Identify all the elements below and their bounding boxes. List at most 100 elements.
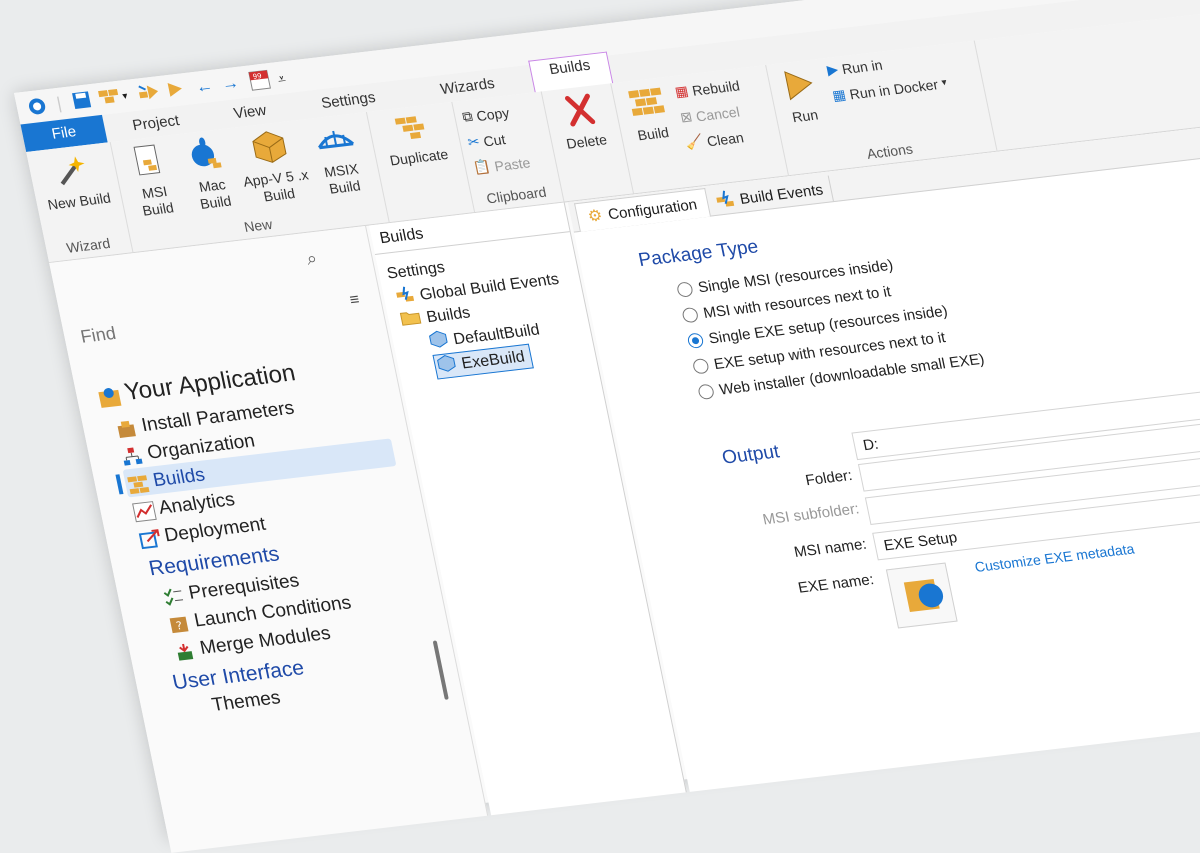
prerequisites-icon [161, 586, 187, 610]
run-in-docker-button[interactable]: ▦ Run in Docker ▾ [831, 74, 949, 104]
cut-label: Cut [481, 130, 507, 149]
back-arrow-icon[interactable]: ← [194, 76, 215, 98]
paste-label: Paste [492, 153, 532, 174]
msi-subfolder-label: MSI subfolder: [761, 500, 861, 529]
apple-icon [174, 134, 237, 178]
exe-app-icon [903, 579, 944, 613]
radio-exe-resources-next[interactable] [691, 357, 710, 375]
build-events-icon [714, 189, 736, 213]
build-events-tab-label: Build Events [738, 180, 825, 208]
application-icon [95, 384, 122, 408]
bridge-icon [302, 119, 369, 163]
copy-label: Copy [474, 104, 511, 124]
appv-build-label: App-V 5 .x Build [241, 166, 310, 205]
clean-label: Clean [705, 128, 745, 149]
msix-build-label: MSIX Build [322, 160, 362, 197]
paste-button[interactable]: 📋 Paste [471, 153, 531, 176]
msi-name-label: MSI name: [792, 535, 869, 561]
forward-arrow-icon[interactable]: → [220, 73, 241, 95]
exe-build-cube-icon [436, 354, 459, 379]
application-window: | ▾ ← → 99 ⩡ Project View Settings Wizar… [14, 0, 1200, 853]
run-arrow-icon[interactable] [164, 79, 187, 104]
run-in-button[interactable]: ▶ Run in [826, 56, 884, 79]
delete-label: Delete [564, 131, 609, 152]
app-logo-icon [25, 95, 50, 122]
broom-icon: 🧹 [683, 133, 705, 151]
build-run-icon[interactable] [136, 82, 163, 107]
appv-cube-icon [232, 126, 307, 171]
new-build-label: New Build [46, 189, 113, 213]
organization-icon [120, 445, 146, 469]
paste-icon: 📋 [471, 158, 493, 176]
exe-build-label: ExeBuild [459, 347, 527, 372]
gear-icon: ⚙ [586, 207, 605, 226]
build-button[interactable]: Build [615, 82, 682, 146]
run-in-docker-label: Run in Docker [848, 75, 940, 102]
nav-selection-bar [115, 474, 124, 495]
magic-wand-icon [33, 149, 112, 195]
scissors-icon: ✂ [466, 133, 482, 151]
package-type-heading: Package Type [636, 236, 761, 272]
new-build-button[interactable]: New Build [33, 149, 116, 214]
nav-analytics[interactable]: Analytics [157, 489, 237, 519]
nav-install-parameters[interactable]: Install Parameters [140, 398, 297, 437]
tree-settings-label: Settings [385, 259, 447, 283]
mac-build-label: Mac Build [197, 176, 233, 212]
appv-build-button[interactable]: App-V 5 .x Build [232, 126, 315, 208]
tasks-icon[interactable]: 99 [248, 69, 273, 96]
nav-scrollbar[interactable] [432, 640, 449, 700]
tab-wizards[interactable]: Wizards [439, 75, 496, 98]
tab-settings[interactable]: Settings [320, 89, 377, 112]
cut-button[interactable]: ✂ Cut [466, 130, 507, 151]
radio-single-msi[interactable] [675, 281, 694, 298]
msi-file-icon [117, 141, 180, 185]
tasks-badge: 99 [252, 71, 263, 81]
run-in-icon: ▶ [825, 60, 840, 78]
filter-icon[interactable]: ≡ [348, 291, 361, 310]
duplicate-label: Duplicate [388, 145, 450, 169]
dropdown-icon[interactable]: ▾ [122, 91, 129, 102]
cancel-button[interactable]: ⊠ Cancel [679, 103, 741, 127]
radio-msi-resources-next[interactable] [681, 306, 700, 324]
radio-single-exe[interactable] [686, 332, 705, 349]
exe-icon-preview[interactable] [885, 562, 958, 629]
global-events-icon [394, 285, 417, 310]
builds-folder-label: Builds [424, 303, 472, 326]
tab-project[interactable]: Project [131, 112, 181, 134]
more-icon[interactable]: ⩡ [276, 70, 287, 88]
output-heading: Output [720, 441, 782, 469]
duplicate-button[interactable]: Duplicate [371, 108, 459, 170]
nav-deployment[interactable]: Deployment [163, 514, 268, 547]
tab-view[interactable]: View [232, 102, 267, 122]
copy-button[interactable]: ⧉ Copy [461, 104, 511, 126]
rebuild-icon: ▦ [673, 82, 690, 100]
copy-icon: ⧉ [460, 107, 475, 125]
clean-button[interactable]: 🧹 Clean [684, 128, 745, 151]
analytics-icon [131, 501, 157, 525]
find-input[interactable] [75, 291, 345, 352]
msix-build-button[interactable]: MSIX Build [302, 119, 377, 200]
deployment-icon [137, 528, 163, 552]
run-label: Run [790, 106, 820, 126]
merge-modules-icon [173, 641, 199, 665]
run-play-icon [770, 65, 827, 108]
build-bricks-icon[interactable] [97, 87, 124, 112]
docker-icon: ▦ [830, 86, 848, 104]
run-button[interactable]: Run [770, 65, 831, 128]
run-in-label: Run in [840, 56, 884, 77]
install-parameters-icon [114, 418, 140, 442]
build-bricks-large-icon [615, 82, 678, 126]
rebuild-label: Rebuild [690, 76, 742, 99]
cancel-label: Cancel [694, 103, 741, 124]
configuration-tab-label: Configuration [606, 195, 699, 223]
duplicate-bricks-icon [371, 108, 455, 151]
delete-button[interactable]: Delete [546, 90, 619, 154]
radio-web-installer[interactable] [697, 383, 716, 401]
build-label: Build [636, 124, 671, 144]
search-icon[interactable]: ⌕ [305, 248, 319, 270]
rebuild-button[interactable]: ▦ Rebuild [673, 76, 741, 100]
build-group: Build ▦ Rebuild ⊠ Cancel 🧹 Clean [610, 65, 789, 194]
save-icon[interactable] [71, 90, 94, 115]
nav-themes[interactable]: Themes [210, 687, 283, 717]
folder-icon [399, 308, 423, 331]
